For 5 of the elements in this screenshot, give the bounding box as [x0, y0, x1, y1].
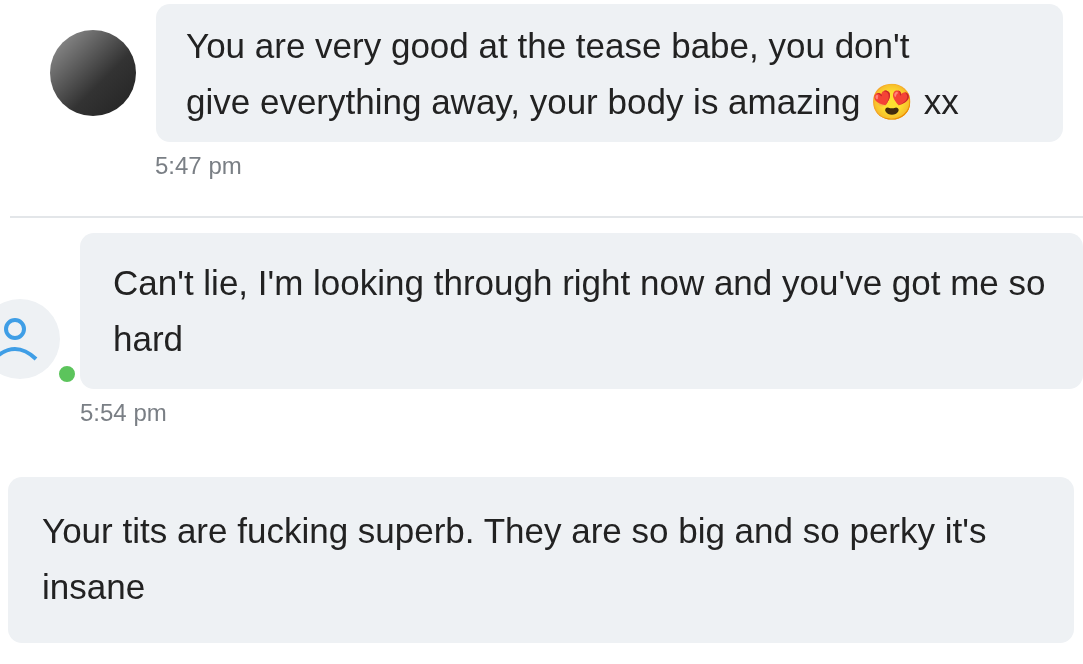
message-bubble: You are very good at the tease babe, you don't give everything away, your body is amazing 😍 xx: [156, 4, 1063, 142]
message-bubble: Your tits are fucking superb. They are so big and so perky it's insane: [8, 477, 1074, 643]
message-time: 5:47 pm: [154, 151, 243, 180]
message-time: 5:54 pm: [79, 398, 168, 427]
message-bubble: Can't lie, I'm looking through right now and you've got me so hard: [80, 233, 1083, 389]
